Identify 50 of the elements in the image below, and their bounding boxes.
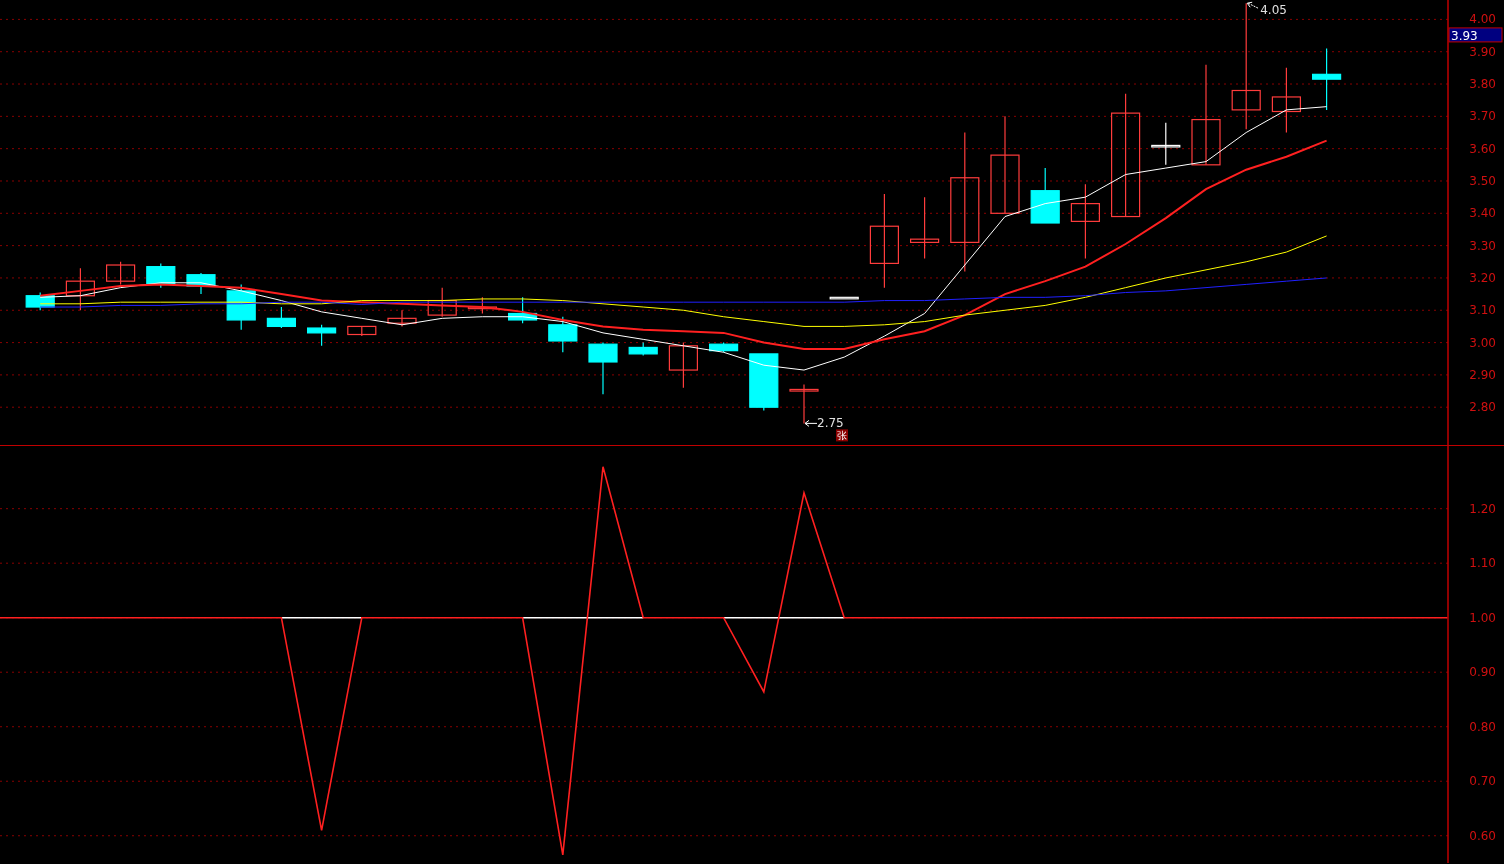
axis-tick-label: 3.00 [1469,335,1496,350]
candlestick [1151,122,1181,166]
candlestick [508,296,538,324]
axis-tick-label: 3.70 [1469,109,1496,124]
axis-tick-label: 0.80 [1469,719,1496,734]
candlestick [186,272,216,295]
axis-tick-label: 0.60 [1469,828,1496,843]
candlestick [427,287,457,318]
candlestick [387,309,417,328]
axis-tick-label: 1.00 [1469,610,1496,625]
candlestick [347,325,377,337]
axis-tick-label: 2.80 [1469,400,1496,415]
candlestick [226,283,256,331]
axis-tick-label: 2.90 [1469,367,1496,382]
candlestick [548,316,578,353]
candlestick [749,353,779,412]
axis-tick-label: 1.10 [1469,556,1496,571]
candlestick [65,267,95,311]
current-price-tag: 3.93 [1448,27,1503,43]
candlestick [307,324,337,347]
axis-tick-label: 4.00 [1469,12,1496,27]
candlestick [106,261,136,285]
axis-tick-label: 3.10 [1469,303,1496,318]
candlestick [668,341,698,389]
axis-tick-label: 3.80 [1469,77,1496,92]
axis-tick-label: 3.60 [1469,141,1496,156]
candlestick [829,296,859,300]
candlestick [467,296,497,315]
axis-tick-label: 0.70 [1469,774,1496,789]
candlestick [25,291,55,311]
candlestick [266,306,296,329]
candlestick [910,196,940,260]
candlestick [588,341,618,395]
axis-tick-label: 3.40 [1469,206,1496,221]
candlestick [1030,167,1060,224]
candlestick [146,262,176,289]
axis-tick-label: 3.30 [1469,238,1496,253]
candlestick [789,384,819,424]
axis-tick-label: 3.20 [1469,270,1496,285]
axis-tick-label: 3.90 [1469,44,1496,59]
axis-tick-label: 0.90 [1469,665,1496,680]
candlestick [709,341,739,353]
annotation: 2.75 [817,416,844,431]
axis-tick-label: 1.20 [1469,501,1496,516]
candlestick [1312,47,1342,111]
low-badge: 张 [836,429,848,442]
candlestick [628,341,658,357]
annotation: 4.05 [1260,3,1287,18]
candlestick [1271,67,1301,134]
axis-tick-label: 3.50 [1469,174,1496,188]
